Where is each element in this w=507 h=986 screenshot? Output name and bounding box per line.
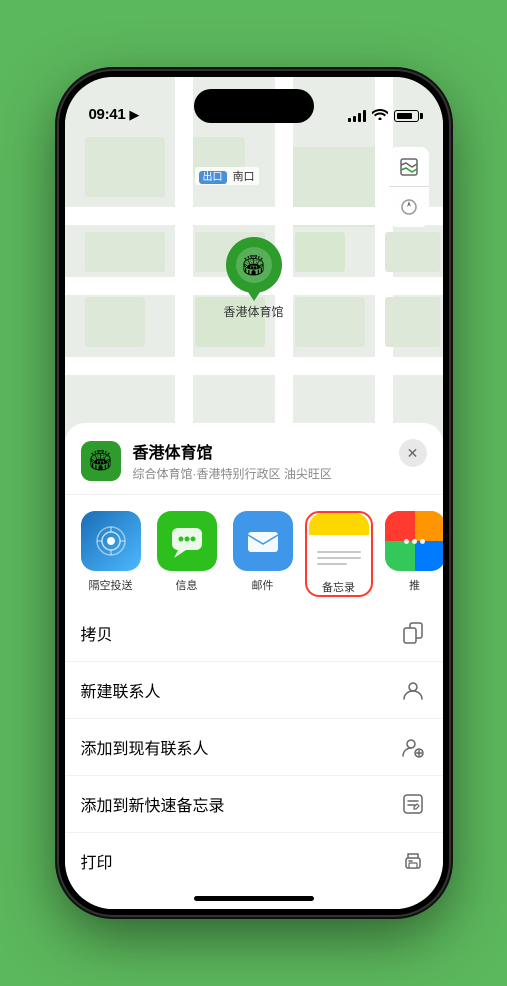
signal-bar-1 [348,118,351,122]
map-block [385,232,440,272]
wifi-icon [372,108,388,123]
share-item-notes[interactable]: 备忘录 [305,511,373,597]
marker-background: 🏟 [225,237,281,293]
phone-screen: 09:41 ▶ [65,77,443,909]
compass-button[interactable] [389,187,429,227]
bottom-sheet: 🏟 香港体育馆 综合体育馆·香港特别行政区 油尖旺区 ✕ [65,423,443,909]
action-add-contact[interactable]: 添加到现有联系人 [65,719,443,776]
battery-icon [394,110,419,122]
action-quick-note[interactable]: 添加到新快速备忘录 [65,776,443,833]
airdrop-icon [81,511,141,571]
action-print-label: 打印 [81,849,399,873]
home-indicator [194,896,314,901]
signal-bar-4 [363,110,366,122]
action-copy[interactable]: 拷贝 [65,605,443,662]
location-info: 香港体育馆 综合体育馆·香港特别行政区 油尖旺区 [133,439,427,482]
notes-icon [309,513,369,573]
print-icon [399,847,427,875]
action-quick-note-label: 添加到新快速备忘录 [81,792,399,816]
location-header: 🏟 香港体育馆 综合体育馆·香港特别行政区 油尖旺区 ✕ [65,423,443,495]
location-icon: ▶ [129,107,139,123]
map-block [295,232,345,272]
action-copy-label: 拷贝 [81,621,399,645]
location-description: 综合体育馆·香港特别行政区 油尖旺区 [133,465,427,482]
status-icons [348,108,419,123]
add-contact-icon [399,733,427,761]
map-road [65,357,443,375]
map-block [85,137,165,197]
phone-frame: 09:41 ▶ [59,71,449,915]
share-row: 隔空投送 信息 [65,495,443,605]
action-new-contact-label: 新建联系人 [81,678,399,702]
notes-label: 备忘录 [322,579,355,595]
map-type-button[interactable] [389,147,429,187]
dynamic-island [194,89,314,123]
messages-icon [157,511,217,571]
share-item-messages[interactable]: 信息 [153,511,221,597]
location-marker[interactable]: 🏟 香港体育馆 [223,237,283,320]
action-print[interactable]: 打印 [65,833,443,889]
marker-label: 香港体育馆 [223,303,283,320]
location-name: 香港体育馆 [133,439,427,463]
location-logo: 🏟 [81,441,121,481]
action-new-contact[interactable]: 新建联系人 [65,662,443,719]
map-block [85,297,145,347]
map-label-nankou: 出口 南口 [195,167,259,185]
more-icon [385,511,443,571]
battery-fill [397,113,412,119]
share-item-airdrop[interactable]: 隔空投送 [77,511,145,597]
quick-note-icon [399,790,427,818]
copy-icon [399,619,427,647]
map-block [85,232,165,272]
airdrop-label: 隔空投送 [89,577,133,593]
map-controls [389,147,429,227]
mail-icon [233,511,293,571]
mail-label: 邮件 [252,577,274,593]
status-time: 09:41 [89,106,126,123]
map-label-text: 南口 [233,171,255,183]
map-block [385,297,440,347]
action-add-contact-label: 添加到现有联系人 [81,735,399,759]
signal-bar-3 [358,113,361,122]
messages-label: 信息 [176,577,198,593]
map-tag: 出口 [199,171,227,184]
share-item-mail[interactable]: 邮件 [229,511,297,597]
more-label: 推 [409,577,420,593]
signal-bar-2 [353,116,356,122]
marker-inner: 🏟 [235,247,271,283]
map-block [295,297,365,347]
close-button[interactable]: ✕ [399,439,427,467]
share-item-more[interactable]: 推 [381,511,443,597]
new-contact-icon [399,676,427,704]
signal-bars-icon [348,110,366,122]
